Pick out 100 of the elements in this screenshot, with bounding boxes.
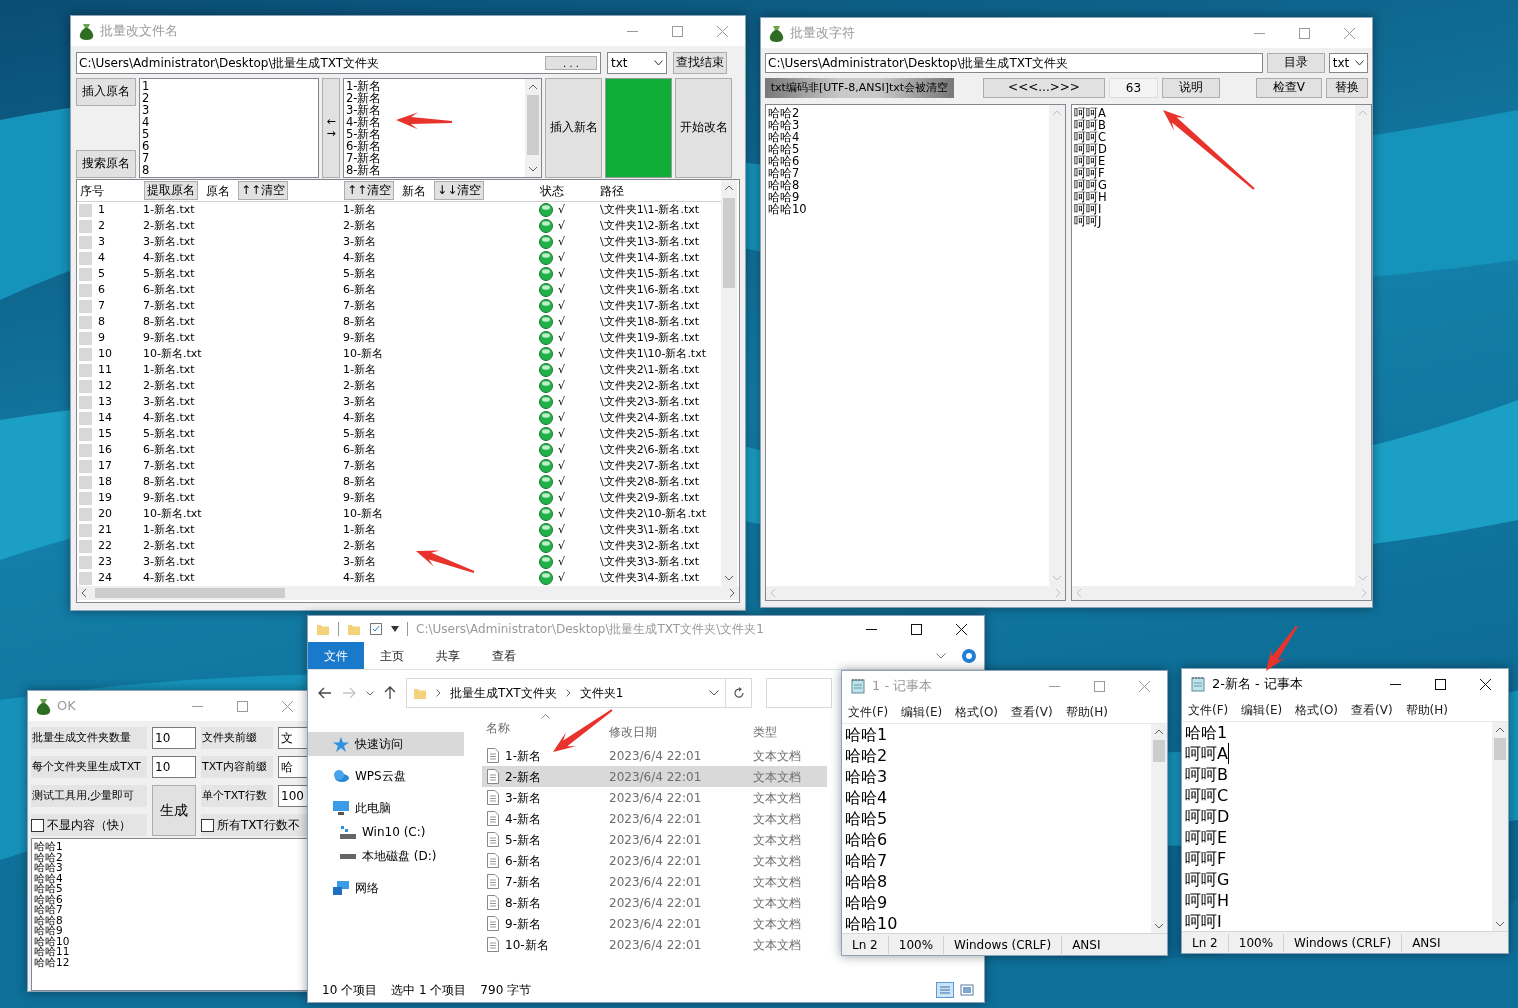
row-selector[interactable]	[79, 523, 92, 537]
nav-item[interactable]: Win10 (C:)	[308, 820, 464, 844]
row-selector[interactable]	[79, 491, 92, 505]
start-rename-button[interactable]: 开始改名	[675, 78, 732, 178]
chevron-down-icon[interactable]	[936, 652, 946, 659]
close-icon[interactable]	[1480, 678, 1491, 690]
column-header[interactable]: 类型	[753, 714, 777, 744]
replace-button[interactable]: 替换	[1326, 78, 1368, 98]
nav-item[interactable]: WPS云盘	[308, 764, 464, 788]
scrollbar[interactable]	[1049, 105, 1065, 586]
extract-button[interactable]: 提取原名	[144, 181, 198, 200]
search-field[interactable]	[766, 678, 832, 708]
scrollbar[interactable]	[766, 586, 1065, 600]
scrollbar[interactable]	[1492, 722, 1508, 932]
details-view-icon[interactable]	[936, 982, 954, 998]
file-row[interactable]: 7-新名 2023/6/4 22:01 文本文档	[482, 871, 827, 892]
ribbon-tab[interactable]: 文件	[308, 642, 364, 669]
extension-select[interactable]: txt	[607, 52, 667, 74]
new-names-list[interactable]: 1-新名 2-新名 3-新名 4-新名 5-新名 6-新名 7-新名 8-新名	[343, 78, 542, 178]
maximize-icon[interactable]	[1435, 678, 1446, 690]
file-row[interactable]: 6-新名 2023/6/4 22:01 文本文档	[482, 850, 827, 871]
row-selector[interactable]	[79, 427, 92, 441]
file-row[interactable]: 4-新名 2023/6/4 22:01 文本文档	[482, 808, 827, 829]
row-selector[interactable]	[79, 443, 92, 457]
nav-item[interactable]: 网络	[308, 876, 464, 900]
forward-icon[interactable]	[342, 687, 356, 699]
insert-new-button[interactable]: 插入新名	[545, 78, 602, 178]
menu-item[interactable]: 帮助(H)	[1405, 701, 1448, 719]
menu-item[interactable]: 帮助(H)	[1065, 703, 1108, 721]
row-selector[interactable]	[79, 251, 92, 265]
column-header[interactable]: 修改日期	[609, 714, 753, 744]
row-selector[interactable]	[79, 379, 92, 393]
refresh-button[interactable]	[726, 678, 752, 708]
menu-item[interactable]: 查看(V)	[1351, 701, 1393, 719]
scrollbar[interactable]	[77, 586, 739, 600]
swap-button[interactable]: ← →	[322, 78, 340, 178]
caret-icon[interactable]	[391, 626, 399, 632]
row-selector[interactable]	[79, 475, 92, 489]
replace-text-area[interactable]: 呵呵A 呵呵B 呵呵C 呵呵D 呵呵E 呵呵F 呵呵G 呵呵H 呵呵I 呵呵J	[1071, 104, 1372, 601]
back-icon[interactable]	[318, 687, 332, 699]
range-button[interactable]: <<<...>>>	[983, 78, 1105, 98]
insert-original-button[interactable]: 插入原名	[76, 78, 136, 106]
row-selector[interactable]	[79, 411, 92, 425]
row-selector[interactable]	[79, 331, 92, 345]
row-selector[interactable]	[79, 347, 92, 361]
clear-button[interactable]: ↑↑清空	[238, 181, 289, 200]
ribbon-tab[interactable]: 查看	[476, 642, 532, 669]
check-button[interactable]: 检查V	[1255, 78, 1322, 98]
input-field[interactable]: 10	[152, 756, 196, 778]
input-field[interactable]: 100	[278, 785, 310, 807]
input-field[interactable]: 文	[278, 727, 310, 749]
find-text-area[interactable]: 哈哈2 哈哈3 哈哈4 哈哈5 哈哈6 哈哈7 哈哈8 哈哈9 哈哈10	[765, 104, 1066, 601]
address-bar[interactable]: 批量生成TXT文件夹 文件夹1	[406, 678, 726, 708]
row-selector[interactable]	[79, 555, 92, 569]
clear-button[interactable]: ↑↑清空	[344, 181, 395, 200]
directory-button[interactable]: 目录	[1266, 53, 1325, 73]
up-icon[interactable]	[384, 686, 396, 700]
nav-item[interactable]: 此电脑	[308, 796, 464, 820]
file-row[interactable]: 9-新名 2023/6/4 22:01 文本文档	[482, 913, 827, 934]
row-selector[interactable]	[79, 219, 92, 233]
scrollbar[interactable]	[525, 79, 541, 177]
row-selector[interactable]	[79, 283, 92, 297]
search-original-button[interactable]: 搜索原名	[76, 150, 136, 178]
text-area[interactable]: 哈哈1 呵呵A 呵呵B 呵呵C 呵呵D 呵呵E 呵呵F 呵呵G 呵呵H 呵呵I	[1182, 722, 1492, 931]
breadcrumb-item[interactable]: 文件夹1	[579, 684, 624, 702]
row-selector[interactable]	[79, 459, 92, 473]
tiles-view-icon[interactable]	[958, 982, 976, 998]
caret-icon[interactable]	[366, 690, 374, 696]
ribbon-tab[interactable]: 主页	[364, 642, 420, 669]
input-field[interactable]: 哈	[278, 756, 310, 778]
nav-item[interactable]: 快速访问	[308, 732, 464, 756]
menu-item[interactable]: 格式(O)	[955, 703, 999, 721]
menu-item[interactable]: 查看(V)	[1011, 703, 1053, 721]
clear-button[interactable]: ↓↓清空	[434, 181, 485, 200]
input-field[interactable]: 10	[152, 727, 196, 749]
file-row[interactable]: 1-新名 2023/6/4 22:01 文本文档	[482, 745, 827, 766]
row-selector[interactable]	[79, 539, 92, 553]
row-selector[interactable]	[79, 571, 92, 585]
maximize-icon[interactable]	[911, 623, 922, 635]
ribbon-tab[interactable]: 共享	[420, 642, 476, 669]
original-names-list[interactable]: 1 2 3 4 5 6 7 8	[139, 78, 319, 178]
column-header[interactable]: 名称	[482, 719, 510, 737]
menu-item[interactable]: 文件(F)	[848, 703, 889, 721]
checkbox[interactable]: 所有TXT行数不	[201, 814, 310, 836]
help-button[interactable]: 说明	[1162, 78, 1221, 98]
file-row[interactable]: 8-新名 2023/6/4 22:01 文本文档	[482, 892, 827, 913]
close-icon[interactable]	[956, 623, 967, 635]
row-selector[interactable]	[79, 299, 92, 313]
file-row[interactable]: 3-新名 2023/6/4 22:01 文本文档	[482, 787, 827, 808]
row-selector[interactable]	[79, 315, 92, 329]
scrollbar[interactable]	[1355, 105, 1371, 586]
breadcrumb-item[interactable]: 批量生成TXT文件夹	[450, 684, 557, 702]
row-selector[interactable]	[79, 395, 92, 409]
menu-item[interactable]: 文件(F)	[1188, 701, 1229, 719]
scrollbar[interactable]	[721, 180, 737, 586]
menu-item[interactable]: 格式(O)	[1295, 701, 1339, 719]
help-icon[interactable]	[962, 648, 976, 663]
find-end-button[interactable]: 查找结束	[673, 52, 727, 74]
row-selector[interactable]	[79, 203, 92, 217]
file-row[interactable]: 2-新名 2023/6/4 22:01 文本文档	[482, 766, 827, 787]
